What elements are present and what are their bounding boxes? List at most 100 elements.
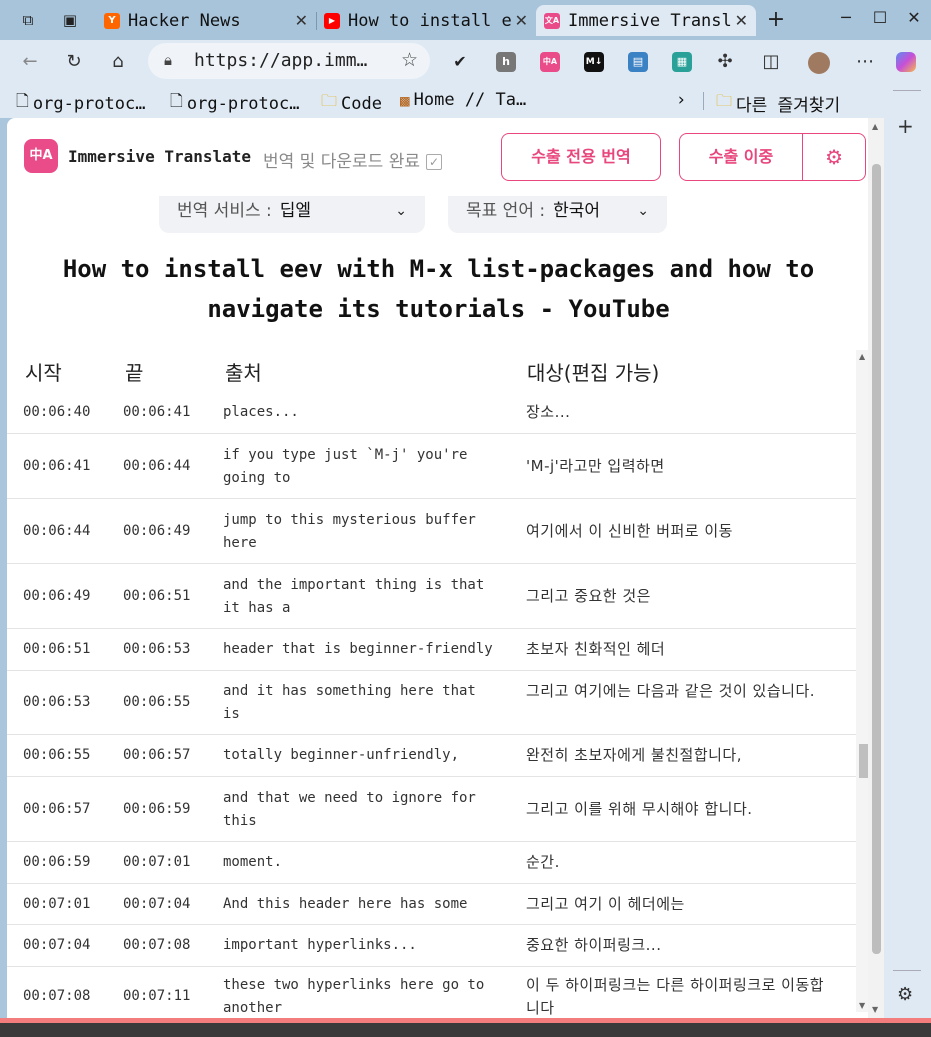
extensions-puzzle-icon[interactable]: ✣	[712, 49, 738, 75]
close-window-icon[interactable]: ✕	[902, 8, 926, 27]
bookmark-label: org-protoc…	[32, 93, 146, 114]
scroll-down-arrow-icon[interactable]: ▼	[872, 1005, 878, 1014]
end-time-cell: 00:06:59	[123, 801, 191, 817]
target-text-editable-cell[interactable]: 순간.	[526, 851, 826, 874]
target-text-editable-cell[interactable]: 여기에서 이 신비한 버퍼로 이동	[526, 520, 826, 543]
extension-doc-icon[interactable]: ▤	[628, 52, 648, 72]
taskbar	[0, 1023, 931, 1037]
other-bookmarks-label: 다른 즐겨찾기	[736, 96, 841, 116]
target-text-editable-cell[interactable]: 초보자 친화적인 헤더	[526, 638, 826, 661]
target-text-editable-cell[interactable]: 그리고 이를 위해 무시해야 합니다.	[526, 798, 826, 821]
bookmark-folder[interactable]: 🗀 Code	[321, 90, 382, 117]
refresh-icon[interactable]: ↻	[61, 49, 87, 75]
bookmark-item[interactable]: 🗋 org-protoc…	[16, 90, 145, 117]
copilot-icon[interactable]	[896, 52, 916, 72]
extension-h-icon[interactable]: h	[496, 52, 516, 72]
split-screen-icon[interactable]: ◫	[758, 49, 784, 75]
close-tab-icon[interactable]: ✕	[515, 11, 528, 30]
bookmark-item[interactable]: 🗋 org-protoc…	[170, 90, 299, 117]
table-row: 00:06:40 00:06:41 places... 장소...	[7, 392, 857, 434]
scroll-down-arrow-icon[interactable]: ▼	[859, 1001, 865, 1010]
page-icon: 🗋	[16, 91, 29, 110]
home-icon[interactable]: ⌂	[105, 49, 131, 75]
service-value: 딥엘	[279, 201, 312, 221]
end-time-cell: 00:06:55	[123, 694, 191, 710]
new-tab-button[interactable]: +	[764, 8, 788, 32]
bookmarks-overflow-chevron-icon[interactable]: ›	[676, 90, 686, 110]
target-text-editable-cell[interactable]: 그리고 중요한 것은	[526, 585, 826, 608]
workspaces-icon[interactable]: ⧉	[16, 8, 40, 32]
bookmark-divider	[703, 92, 704, 110]
bookmark-item[interactable]: ▩ Home // Ta…	[400, 90, 526, 110]
tab-title: Hacker News	[128, 10, 241, 31]
chevron-down-icon: ⌄	[637, 203, 649, 219]
export-translation-only-button[interactable]: 수출 전용 번역	[501, 133, 661, 181]
tab-actions-icon[interactable]: ▣	[58, 8, 82, 32]
target-text-editable-cell[interactable]: 중요한 하이퍼링크...	[526, 934, 826, 957]
more-menu-icon[interactable]: ⋯	[852, 49, 878, 75]
table-row: 00:07:08 00:07:11 these two hyperlinks her…	[7, 967, 857, 1018]
export-settings-gear-icon[interactable]: ⚙	[825, 134, 843, 180]
address-bar[interactable]: 🔒︎ https://app.imm… ☆	[148, 43, 430, 79]
immersive-translate-page: 中A Immersive Translate 번역 및 다운로드 완료 ✓ 수출 …	[7, 118, 884, 1018]
other-bookmarks-folder[interactable]: 🗀 다른 즐겨찾기	[716, 90, 840, 117]
add-sidebar-app-icon[interactable]: +	[897, 114, 914, 138]
bookmark-label: Code	[341, 93, 382, 114]
tab-youtube[interactable]: ▶ How to install e ✕	[316, 5, 536, 36]
url-text[interactable]: https://app.imm…	[194, 50, 367, 71]
immersive-translate-extension-icon[interactable]: 中A	[540, 52, 560, 72]
extension-grid-icon[interactable]: ▦	[672, 52, 692, 72]
markdown-extension-icon[interactable]: M↓	[584, 52, 604, 72]
start-time-cell: 00:06:41	[23, 458, 91, 474]
lock-icon[interactable]: 🔒︎	[164, 51, 172, 69]
target-text-editable-cell[interactable]: 그리고 여기에는 다음과 같은 것이 있습니다.	[526, 680, 826, 703]
immersive-translate-favicon: 文A	[544, 12, 560, 29]
home-site-icon: ▩	[400, 90, 410, 110]
end-time-cell: 00:06:57	[123, 747, 191, 763]
sidebar-settings-gear-icon[interactable]: ⚙	[897, 984, 913, 1005]
column-header-source: 출처	[225, 361, 262, 385]
source-text-cell: places...	[223, 404, 299, 420]
table-scrollbar-thumb[interactable]	[859, 744, 868, 778]
export-bilingual-button[interactable]: 수출 이중	[680, 134, 802, 180]
page-scrollbar[interactable]: ▲ ▼	[868, 118, 884, 1018]
tab-immersive-translate[interactable]: 文A Immersive Transl ✕	[536, 5, 756, 36]
button-divider	[802, 134, 803, 180]
minimize-icon[interactable]: ─	[834, 8, 858, 27]
table-row: 00:06:51 00:06:53 header that is beginner-…	[7, 629, 857, 671]
column-header-end: 끝	[125, 361, 144, 385]
source-text-cell: And this header here has some	[223, 896, 468, 912]
column-header-start: 시작	[25, 361, 62, 385]
extension-check-icon[interactable]: ✔	[450, 52, 470, 72]
target-text-editable-cell[interactable]: 장소...	[526, 401, 826, 424]
favorite-star-icon[interactable]: ☆	[401, 49, 418, 71]
page-scrollbar-thumb[interactable]	[872, 164, 881, 954]
tab-hacker-news[interactable]: Y Hacker News ✕	[96, 5, 316, 36]
close-tab-icon[interactable]: ✕	[735, 11, 748, 30]
scroll-up-arrow-icon[interactable]: ▲	[872, 122, 878, 131]
target-language-select[interactable]: 목표 언어 : 한국어 ⌄	[448, 196, 667, 233]
source-text-cell: jump to this mysterious buffer here	[223, 512, 476, 551]
target-text-editable-cell[interactable]: 'M-j'라고만 입력하면	[526, 455, 826, 478]
start-time-cell: 00:06:55	[23, 747, 91, 763]
target-text-editable-cell[interactable]: 이 두 하이퍼링크는 다른 하이퍼링크로 이동합니다	[526, 974, 826, 1018]
source-text-cell: and it has something here that is	[223, 683, 476, 722]
back-icon[interactable]: ←	[17, 49, 43, 75]
end-time-cell: 00:07:08	[123, 937, 191, 953]
maximize-icon[interactable]: ☐	[868, 8, 892, 27]
table-row: 00:07:04 00:07:08 important hyperlinks... 중…	[7, 925, 857, 967]
page-title: How to install eev with M-x list-package…	[62, 255, 815, 323]
table-row: 00:06:55 00:06:57 totally beginner-unfrien…	[7, 735, 857, 777]
profile-avatar[interactable]	[808, 52, 830, 74]
tab-title: How to install e	[348, 10, 512, 31]
start-time-cell: 00:06:40	[23, 404, 91, 420]
browser-toolbar: ← ↻ ⌂ 🔒︎ https://app.imm… ☆ ✔ h 中A M↓ ▤ …	[0, 40, 931, 84]
subtitle-table: 시작 끝 출처 대상(편집 가능) 00:06:40 00:06:41 places…	[7, 348, 857, 1018]
translation-service-select[interactable]: 번역 서비스 : 딥엘 ⌄	[159, 196, 425, 233]
end-time-cell: 00:07:01	[123, 854, 191, 870]
chevron-down-icon: ⌄	[395, 203, 407, 219]
close-tab-icon[interactable]: ✕	[295, 11, 308, 30]
target-text-editable-cell[interactable]: 완전히 초보자에게 불친절합니다,	[526, 744, 826, 767]
scroll-up-arrow-icon[interactable]: ▲	[859, 352, 865, 361]
target-text-editable-cell[interactable]: 그리고 여기 이 헤더에는	[526, 893, 826, 916]
